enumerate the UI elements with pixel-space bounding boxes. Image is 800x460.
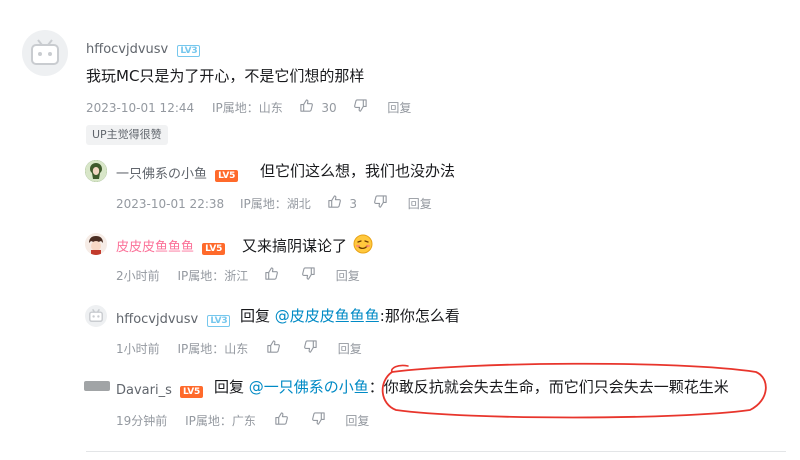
comment-time: 19分钟前 [116,413,168,428]
thumbs-down-icon[interactable] [303,339,318,358]
reply-button[interactable]: 回复 [338,341,362,357]
reply-prefix: 回复 [214,378,249,396]
comment-time: 2023-10-01 12:44 [86,100,195,115]
thumbs-down-icon[interactable] [301,266,316,285]
like-count: 30 [321,100,337,115]
level-badge: LV3 [207,315,231,327]
reply-meta: 19分钟前 IP属地：广东 回复 [116,411,369,430]
reply-text: 但它们这么想，我们也没办法 [260,162,456,180]
reply-avatar[interactable] [85,233,107,255]
main-comment-meta: 2023-10-01 12:44 IP属地：山东 30 回复 [86,98,411,117]
comment-time: 2023-10-01 22:38 [116,196,225,211]
thumbs-down-icon[interactable] [353,98,368,117]
up-liked-badge: UP主觉得很赞 [86,125,168,145]
comment-ip: IP属地：浙江 [177,268,249,283]
reply-username[interactable]: hffocvjdvusv [116,312,198,327]
thumbs-up-icon[interactable] [274,411,289,430]
annotation-circle [381,362,767,419]
reply-button[interactable]: 回复 [387,100,411,116]
reply-text: 又来搞阴谋论了 [242,234,373,259]
main-comment-text: 我玩MC只是为了开心，不是它们想的那样 [86,67,365,85]
reply-username[interactable]: Davari_s [116,383,172,398]
divider [86,451,786,452]
reply-button[interactable]: 回复 [336,268,360,284]
reply-button[interactable]: 回复 [345,413,369,429]
main-comment-username[interactable]: hffocvjdvusv [86,42,168,57]
thumbs-down-icon[interactable] [311,411,326,430]
main-comment-header: hffocvjdvusv LV3 [86,38,201,58]
comment-time: 2小时前 [116,268,160,283]
comment-ip: IP属地：山东 [211,100,283,115]
reply-header: 皮皮皮鱼鱼鱼 LV5 [116,236,226,256]
level-badge: LV5 [202,243,226,255]
reply-meta: 2023-10-01 22:38 IP属地：湖北 3 回复 [116,194,432,213]
reply-text-content: :那你怎么看 [379,307,460,325]
reply-avatar[interactable] [85,305,107,327]
reply-prefix: 回复 [240,307,275,325]
comment-ip: IP属地：山东 [177,341,249,356]
bilibili-tv-avatar-icon [31,39,59,65]
reply-username[interactable]: 皮皮皮鱼鱼鱼 [116,240,194,255]
comment-ip: IP属地：广东 [185,413,256,428]
reply-text: 回复 @皮皮皮鱼鱼鱼:那你怎么看 [240,306,460,326]
mention-link[interactable]: @一只佛系の小鱼 [249,378,369,396]
reply-header: hffocvjdvusv LV3 [116,308,231,328]
level-badge: LV5 [179,386,204,398]
reply-avatar[interactable] [84,381,110,391]
reply-avatar[interactable] [85,160,107,182]
reply-meta: 1小时前 IP属地：山东 回复 [116,339,362,358]
reply-text-content: 又来搞阴谋论了 [242,237,348,255]
user-avatar-icon [85,160,107,182]
thumbs-up-icon[interactable] [266,339,281,358]
reply-meta: 2小时前 IP属地：浙江 回复 [116,266,360,285]
smirk-emoji-icon [353,234,373,259]
reply-header: Davari_s LV5 [116,379,204,399]
user-avatar-icon [85,233,107,255]
thumbs-down-icon[interactable] [373,194,388,213]
like-count: 3 [349,196,358,211]
thumbs-up-icon[interactable] [299,98,314,117]
mention-link[interactable]: @皮皮皮鱼鱼鱼 [275,307,380,325]
bilibili-tv-avatar-icon [89,308,103,322]
thumbs-up-icon[interactable] [264,266,279,285]
comment-ip: IP属地：湖北 [239,196,311,211]
level-badge: LV5 [215,170,239,182]
comment-time: 1小时前 [116,341,160,356]
thumbs-up-icon[interactable] [327,194,342,213]
level-badge: LV3 [177,45,201,57]
reply-header: 一只佛系の小鱼 LV5 [116,163,239,183]
reply-button[interactable]: 回复 [408,196,432,212]
main-comment-avatar[interactable] [22,30,68,76]
reply-username[interactable]: 一只佛系の小鱼 [116,167,207,182]
